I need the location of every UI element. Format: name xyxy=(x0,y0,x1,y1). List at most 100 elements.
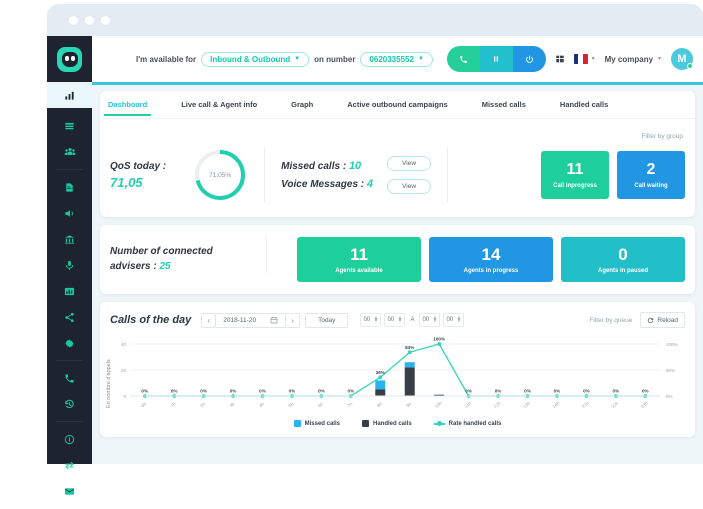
adviser-card-paused[interactable]: 0 Agents in paused xyxy=(561,237,685,282)
sidebar-item-groups[interactable] xyxy=(47,139,92,165)
svg-text:0%: 0% xyxy=(318,389,325,394)
app-logo[interactable] xyxy=(47,36,92,82)
legend-item-missed-calls[interactable]: Missed calls xyxy=(293,420,340,427)
tab-handled-calls[interactable]: Handled calls xyxy=(560,91,608,116)
availability-value: Inbound & Outbound xyxy=(210,54,291,64)
sidebar-item-dashboard[interactable] xyxy=(47,82,92,108)
power-button[interactable] xyxy=(512,46,546,72)
adviser-value: 14 xyxy=(481,244,501,264)
view-buttons-column: View View xyxy=(387,156,432,194)
svg-text:0%: 0% xyxy=(583,389,590,394)
svg-text:0%: 0% xyxy=(200,389,207,394)
tab-graph[interactable]: Graph xyxy=(291,91,313,116)
svg-text:3h: 3h xyxy=(229,401,236,408)
availability-dropdown[interactable]: Inbound & Outbound ▼ xyxy=(201,51,310,67)
reload-button[interactable]: Reload xyxy=(640,312,685,328)
svg-text:0%: 0% xyxy=(230,389,237,394)
divider xyxy=(447,147,449,203)
legend-label: Rate handled calls xyxy=(448,420,502,427)
svg-text:36%: 36% xyxy=(376,370,385,375)
svg-text:2h: 2h xyxy=(199,401,206,408)
availability-prefix-label: I'm available for xyxy=(136,54,197,64)
filter-by-queue-label[interactable]: Filter by queue xyxy=(589,317,632,324)
tab-active-outbound-campaigns[interactable]: Active outbound campaigns xyxy=(347,91,447,116)
time-to-minutes-value: 00 xyxy=(446,317,454,323)
svg-text:0%: 0% xyxy=(465,389,472,394)
filter-by-group-row: Filter by group xyxy=(100,119,695,143)
time-to-hours-stepper[interactable]: 00 ▲ ▼ xyxy=(419,313,441,327)
tab-missed-calls[interactable]: Missed calls xyxy=(482,91,526,116)
advisers-row: Number of connected advisers : 25 11 Age… xyxy=(100,225,695,294)
svg-text:0%: 0% xyxy=(171,389,178,394)
time-to-hours-value: 00 xyxy=(422,317,430,323)
sidebar-item-recordings[interactable] xyxy=(47,252,92,278)
phone-number-dropdown[interactable]: 0620335552 ▼ xyxy=(360,51,433,67)
sidebar-item-routing[interactable] xyxy=(47,304,92,330)
time-from-minutes-stepper[interactable]: 00 ▲ ▼ xyxy=(384,313,406,327)
phone-icon xyxy=(459,55,467,63)
filter-by-group-label[interactable]: Filter by group xyxy=(641,133,683,140)
sidebar-item-calls[interactable] xyxy=(47,365,92,391)
chart-bars-icon xyxy=(64,287,75,295)
stat-card-call-inprogress[interactable]: 11 Call inprogress xyxy=(541,151,609,199)
legend-item-rate-handled-calls[interactable]: Rate handled calls xyxy=(433,420,502,427)
refresh-icon xyxy=(648,317,654,323)
svg-text:0h: 0h xyxy=(140,401,147,408)
stat-label: Call inprogress xyxy=(553,182,597,189)
apps-grid-button[interactable] xyxy=(555,54,565,64)
stat-value: 11 xyxy=(566,160,584,178)
avatar[interactable]: M xyxy=(671,48,693,70)
window-maximize-dot[interactable] xyxy=(101,16,110,25)
tab-dashboard[interactable]: Dashboard xyxy=(103,91,152,116)
next-day-button[interactable]: › xyxy=(285,312,301,328)
previous-day-button[interactable]: ‹ xyxy=(201,312,217,328)
sidebar-item-tables[interactable] xyxy=(47,113,92,139)
calendar-icon xyxy=(270,317,278,324)
time-from-hours-stepper[interactable]: 00 ▲ ▼ xyxy=(360,313,382,327)
sidebar-item-statistics[interactable] xyxy=(47,278,92,304)
missed-calls-value: 10 xyxy=(348,160,362,172)
chevron-down-icon: ▼ xyxy=(417,56,424,62)
stat-card-call-waiting[interactable]: 2 Call waiting xyxy=(617,151,685,199)
bank-icon xyxy=(64,234,75,244)
svg-text:0%: 0% xyxy=(259,389,266,394)
today-button[interactable]: Today xyxy=(305,312,349,328)
window-minimize-dot[interactable] xyxy=(85,16,94,25)
tab-live-call-agent-info[interactable]: Live call & Agent info xyxy=(181,91,257,116)
qos-text-block: QoS today : 71,05 xyxy=(110,160,166,190)
info-icon xyxy=(64,434,75,444)
sidebar-item-settings[interactable] xyxy=(47,330,92,356)
kpi-top-row: QoS today : 71,05 71,05% Missed calls: … xyxy=(100,143,695,217)
view-missed-calls-button[interactable]: View xyxy=(387,156,432,171)
chart-y-axis-label: En nombre d'appels xyxy=(106,359,112,408)
adviser-card-in-progress[interactable]: 14 Agents in progress xyxy=(429,237,553,282)
window-close-dot[interactable] xyxy=(69,16,78,25)
sidebar-item-announcements[interactable] xyxy=(47,200,92,226)
time-to-minutes-stepper[interactable]: 00 ▲ ▼ xyxy=(443,313,465,327)
svg-text:5h: 5h xyxy=(288,401,295,408)
message-icon xyxy=(64,487,75,495)
calls-chart: En nombre d'appels 0 20 40 0% 50% 100% 0% 0% 0% 0… xyxy=(106,336,687,414)
svg-text:40: 40 xyxy=(121,342,127,347)
sidebar-item-info[interactable] xyxy=(47,426,92,452)
date-input[interactable]: 2018-11-20 xyxy=(216,312,286,328)
svg-text:7h: 7h xyxy=(346,401,353,408)
svg-text:1h: 1h xyxy=(170,401,177,408)
adviser-card-available[interactable]: 11 Agents available xyxy=(297,237,421,282)
svg-text:0: 0 xyxy=(123,394,126,399)
sidebar-item-documents[interactable] xyxy=(47,174,92,200)
legend-item-handled-calls[interactable]: Handled calls xyxy=(361,420,412,427)
sidebar-item-history[interactable] xyxy=(47,391,92,417)
calls-of-the-day-panel: Calls of the day ‹ 2018-11-20 › Today 00… xyxy=(100,302,695,437)
pause-button[interactable] xyxy=(479,46,513,72)
sidebar-item-transfer[interactable] xyxy=(47,452,92,478)
sidebar-item-company[interactable] xyxy=(47,226,92,252)
advisers-panel: Number of connected advisers : 25 11 Age… xyxy=(100,225,695,294)
stepper-icon: ▲ ▼ xyxy=(432,315,438,324)
company-selector[interactable]: My company ▼ xyxy=(605,55,662,64)
call-button[interactable] xyxy=(446,46,480,72)
language-selector[interactable]: ▼ xyxy=(573,54,596,64)
view-voice-messages-button[interactable]: View xyxy=(387,179,432,194)
sidebar-item-messages[interactable] xyxy=(47,478,92,504)
legend-swatch-icon xyxy=(361,420,369,427)
